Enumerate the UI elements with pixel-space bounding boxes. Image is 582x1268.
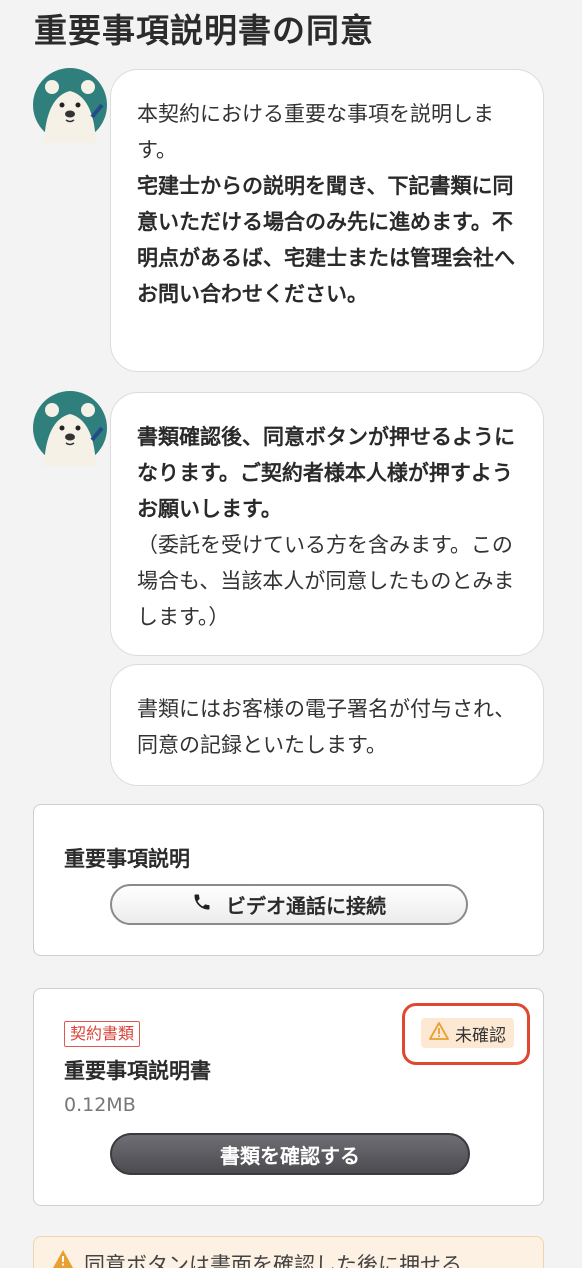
status-badge: 未確認 — [421, 1018, 514, 1048]
chat-bubble-1: 本契約における重要な事項を説明します。 宅建士からの説明を聞き、下記書類に同意い… — [110, 69, 544, 372]
message-text: 本契約における重要な事項を説明します。 — [137, 102, 494, 162]
confirm-document-button[interactable]: 書類を確認する — [110, 1133, 470, 1175]
page-title: 重要事項説明書の同意 — [34, 11, 374, 50]
chat-bubble-3: 書類にはお客様の電子署名が付与され、同意の記録といたします。 — [110, 664, 544, 786]
status-label: 未確認 — [455, 1025, 506, 1046]
message-text: 書類にはお客様の電子署名が付与され、同意の記録といたします。 — [137, 697, 516, 757]
message-bold-text: 宅建士からの説明を聞き、下記書類に同意いただける場合のみ先に進めます。不明点があ… — [137, 174, 515, 306]
status-highlight: 未確認 — [402, 1003, 530, 1065]
video-call-label: ビデオ通話に接続 — [226, 894, 386, 918]
phone-icon — [192, 891, 212, 918]
message-text: （委託を受けている方を含みます。この場合も、当該本人が同意したものとみまします。… — [137, 533, 515, 629]
explanation-title: 重要事項説明 — [64, 847, 190, 871]
document-size: 0.12MB — [64, 1094, 136, 1116]
notice-text: 同意ボタンは書面を確認した後に押せる — [84, 1253, 462, 1268]
document-tag: 契約書類 — [64, 1021, 141, 1047]
chat-bubble-2: 書類確認後、同意ボタンが押せるようになります。ご契約者様本人様が押すようお願いし… — [110, 392, 544, 656]
bear-avatar-icon — [32, 390, 108, 466]
warning-icon — [429, 1021, 449, 1045]
page: 重要事項説明書の同意 本契約における重要な事項を説明します。 宅建士からの説明を… — [0, 0, 582, 1268]
explanation-card: 重要事項説明 ビデオ通話に接続 — [33, 804, 544, 956]
notice-banner: 同意ボタンは書面を確認した後に押せる — [33, 1236, 544, 1268]
bear-avatar-icon — [32, 67, 108, 143]
message-bold-text: 書類確認後、同意ボタンが押せるようになります。ご契約者様本人様が押すようお願いし… — [137, 425, 515, 521]
document-name: 重要事項説明書 — [64, 1059, 211, 1083]
warning-icon — [52, 1249, 74, 1268]
video-call-button[interactable]: ビデオ通話に接続 — [110, 884, 468, 925]
document-card: 契約書類 未確認 重要事項説明書 0.12MB 書類を確認する — [33, 988, 544, 1206]
